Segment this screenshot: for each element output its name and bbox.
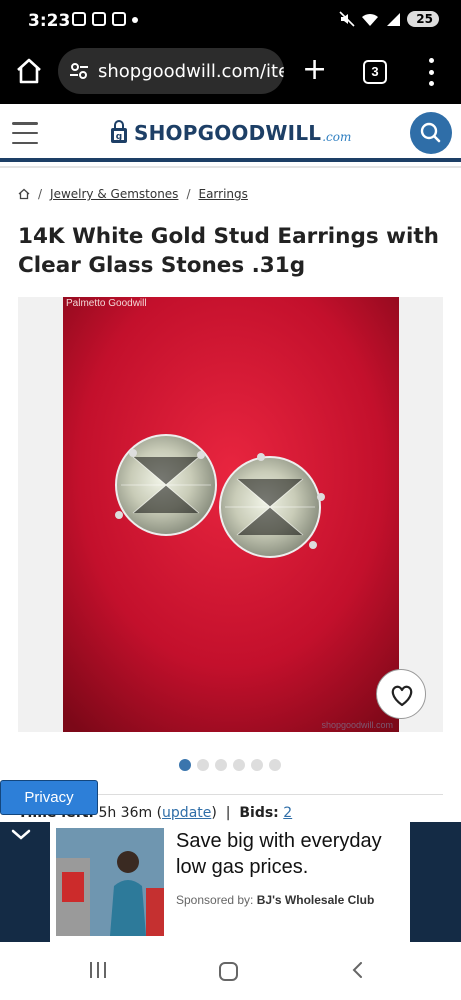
carousel-dot[interactable] — [179, 759, 191, 771]
site-header: g SHOPGOODWILL .com — [0, 104, 461, 162]
breadcrumb-separator: / — [186, 187, 191, 201]
carousel-dot[interactable] — [269, 759, 281, 771]
privacy-button[interactable]: Privacy — [0, 780, 98, 815]
carousel-dot[interactable] — [233, 759, 245, 771]
home-breadcrumb-icon[interactable] — [18, 188, 30, 200]
ad-headline[interactable]: Save big with everyday low gas prices. — [176, 828, 406, 880]
more-notifications-icon — [132, 17, 138, 23]
photo-store-label: Palmetto Goodwill — [66, 298, 147, 309]
search-button[interactable] — [410, 112, 452, 154]
item-photo[interactable]: Palmetto Goodwill shopgoodwill.com — [63, 297, 399, 732]
home-nav-icon[interactable] — [219, 962, 238, 981]
chevron-down-icon[interactable] — [10, 828, 32, 842]
browser-toolbar: shopgoodwill.com/ite + 3 — [0, 42, 461, 104]
url-text[interactable]: shopgoodwill.com/ite — [98, 61, 284, 82]
ad-sponsor-line: Sponsored by: BJ's Wholesale Club — [176, 893, 374, 907]
breadcrumb: / Jewelry & Gemstones / Earrings — [18, 187, 248, 201]
ad-sponsored-label: Sponsored by: — [176, 893, 254, 907]
breadcrumb-separator: / — [38, 187, 43, 201]
wifi-icon — [362, 13, 379, 26]
carousel-dot[interactable] — [215, 759, 227, 771]
heart-icon — [391, 685, 413, 707]
mute-icon — [339, 11, 355, 27]
hamburger-menu-icon[interactable] — [12, 122, 38, 144]
home-icon[interactable] — [14, 56, 44, 86]
carousel-dot[interactable] — [251, 759, 263, 771]
browser-menu-button[interactable] — [428, 58, 434, 86]
app-notification-icon — [92, 12, 106, 26]
screenshot-icon — [72, 12, 86, 26]
tab-switcher-button[interactable]: 3 — [363, 60, 387, 84]
status-bar: 3:23 25 — [0, 0, 461, 42]
gas-station-photo-image — [56, 828, 164, 936]
breadcrumb-earrings[interactable]: Earrings — [198, 187, 247, 201]
system-navigation-bar — [0, 942, 461, 1000]
logo-suffix: .com — [322, 130, 352, 144]
image-gallery[interactable]: Palmetto Goodwill shopgoodwill.com — [18, 297, 443, 732]
ad-sponsor-name[interactable]: BJ's Wholesale Club — [257, 893, 375, 907]
shopping-bag-icon: g — [111, 120, 127, 143]
menu-dot — [428, 81, 434, 86]
favorite-button[interactable] — [376, 669, 426, 719]
item-title: 14K White Gold Stud Earrings with Clear … — [18, 224, 439, 278]
back-icon[interactable] — [350, 962, 366, 978]
time-left-value: 5h 36m — [98, 805, 153, 821]
shopgoodwill-logo[interactable]: g SHOPGOODWILL .com — [108, 120, 351, 144]
recents-icon[interactable] — [90, 962, 106, 978]
signal-icon — [387, 12, 401, 26]
earrings-photo-image — [63, 297, 399, 732]
svg-text:g: g — [116, 132, 122, 142]
address-bar[interactable]: shopgoodwill.com/ite — [58, 48, 284, 94]
status-time: 3:23 — [28, 11, 71, 31]
menu-dot — [428, 58, 434, 63]
header-divider — [0, 166, 461, 168]
site-settings-icon[interactable] — [68, 60, 90, 82]
photo-watermark: shopgoodwill.com — [321, 720, 393, 730]
notification-icons — [72, 12, 138, 26]
update-link[interactable]: update — [162, 805, 211, 821]
ad-banner: Save big with everyday low gas prices. S… — [0, 822, 461, 942]
breadcrumb-jewelry-gemstones[interactable]: Jewelry & Gemstones — [50, 187, 178, 201]
image-pagination-dots — [179, 759, 281, 771]
search-icon — [420, 122, 441, 143]
ad-image[interactable] — [56, 828, 164, 936]
menu-dot — [428, 69, 434, 75]
carousel-dot[interactable] — [197, 759, 209, 771]
bids-count-link[interactable]: 2 — [283, 805, 292, 821]
new-tab-button[interactable]: + — [302, 55, 327, 85]
system-icons: 25 — [339, 11, 439, 27]
logo-text: SHOPGOODWILL — [134, 121, 322, 145]
battery-indicator: 25 — [407, 11, 439, 27]
bids-label: Bids: — [239, 805, 279, 821]
paypal-icon — [112, 12, 126, 26]
ad-card[interactable]: Save big with everyday low gas prices. S… — [50, 822, 410, 942]
